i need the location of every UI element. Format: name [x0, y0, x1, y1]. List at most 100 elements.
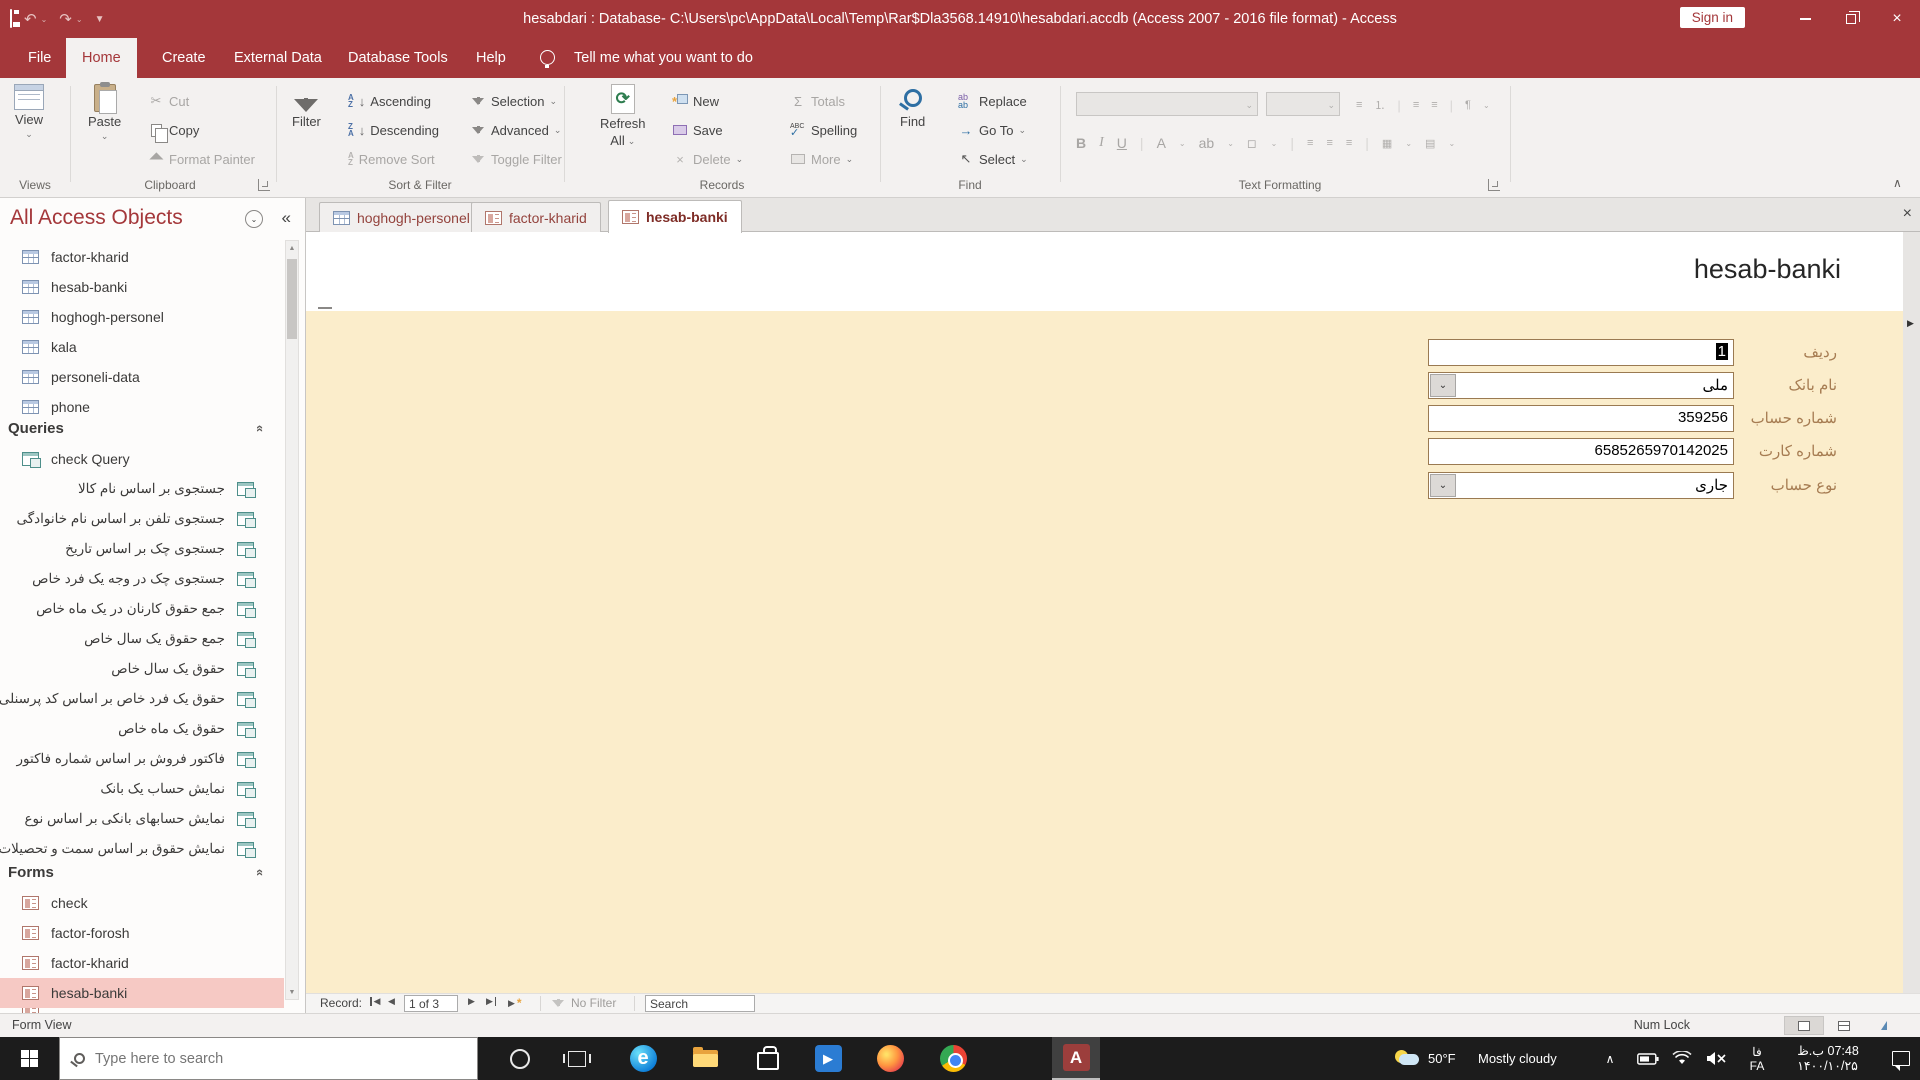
- no-filter-indicator[interactable]: No Filter: [552, 996, 616, 1010]
- field-bank-name[interactable]: ⌄ ملی: [1428, 372, 1734, 399]
- advanced-button[interactable]: Advanced ⌄: [470, 119, 561, 141]
- taskbar-app-firefox[interactable]: [866, 1037, 914, 1080]
- nav-item-form-factor-kharid[interactable]: factor-kharid: [0, 948, 284, 978]
- collapse-group-icon[interactable]: «: [253, 425, 268, 432]
- nav-item-table-factor-kharid[interactable]: factor-kharid: [0, 242, 284, 272]
- search-input[interactable]: [95, 1050, 425, 1067]
- field-card-number[interactable]: 6585265970142025: [1428, 438, 1734, 465]
- shutter-bar-close-icon[interactable]: «: [282, 208, 291, 228]
- scrollbar-thumb[interactable]: [287, 259, 297, 339]
- scroll-up-icon[interactable]: ▲: [286, 241, 298, 255]
- next-record-button[interactable]: ▶: [468, 996, 475, 1007]
- collapse-ribbon-icon[interactable]: ∧: [1893, 176, 1902, 190]
- nav-item-query[interactable]: فاکتور فروش بر اساس شماره فاکتور: [0, 744, 284, 774]
- action-center-button[interactable]: [1882, 1037, 1920, 1080]
- taskbar-app-video[interactable]: ▶: [804, 1037, 852, 1080]
- battery-icon[interactable]: [1634, 1037, 1662, 1080]
- tab-create[interactable]: Create: [146, 38, 222, 78]
- clipboard-dialog-launcher-icon[interactable]: [258, 179, 270, 191]
- taskbar-app-chrome[interactable]: [929, 1037, 977, 1080]
- volume-muted-icon[interactable]: [1702, 1037, 1732, 1080]
- filter-button[interactable]: Filter: [292, 84, 321, 129]
- nav-item-query[interactable]: جستجوی بر اساس نام کالا: [0, 474, 284, 504]
- tab-external-data[interactable]: External Data: [218, 38, 338, 78]
- design-view-button[interactable]: [1864, 1016, 1904, 1035]
- nav-item-query[interactable]: حقوق یک فرد خاص بر اساس کد پرسنلی: [0, 684, 284, 714]
- language-indicator[interactable]: فا FA: [1740, 1037, 1774, 1080]
- nav-item-table-personeli-data[interactable]: personeli-data: [0, 362, 284, 392]
- nav-item-table-phone[interactable]: phone: [0, 392, 284, 422]
- first-record-button[interactable]: ◀: [370, 996, 380, 1007]
- wifi-icon[interactable]: [1668, 1037, 1696, 1080]
- nav-item-query[interactable]: جمع حقوق کارنان در یک ماه خاص: [0, 594, 284, 624]
- nav-item-query[interactable]: نمایش حسابهای بانکی بر اساس نوع: [0, 804, 284, 834]
- cortana-button[interactable]: [496, 1037, 544, 1080]
- doc-tab-factor-kharid[interactable]: factor-kharid: [471, 202, 601, 232]
- last-record-button[interactable]: ▶: [486, 996, 497, 1007]
- close-button[interactable]: ×: [1874, 0, 1920, 38]
- go-to-button[interactable]: → Go To ⌄: [958, 119, 1027, 141]
- nav-item-query[interactable]: نمایش حقوق بر اساس سمت و تحصیلات: [0, 834, 284, 864]
- collapse-group-icon[interactable]: «: [253, 869, 268, 876]
- combo-dropdown-icon[interactable]: ⌄: [1430, 474, 1456, 497]
- taskbar-search-box[interactable]: [59, 1037, 478, 1080]
- taskbar-app-file-explorer[interactable]: [681, 1037, 729, 1080]
- clock[interactable]: 07:48 ب.ظ ۱۴۰۰/۱۰/۲۵: [1782, 1037, 1874, 1080]
- nav-group-queries[interactable]: Queries «: [8, 420, 278, 437]
- record-search-box[interactable]: Search: [645, 995, 755, 1012]
- combo-dropdown-icon[interactable]: ⌄: [1430, 374, 1456, 397]
- refresh-all-button[interactable]: ⟳ Refresh All ⌄: [600, 84, 646, 148]
- ascending-button[interactable]: AZ ↓ Ascending: [348, 90, 431, 112]
- taskbar-app-edge[interactable]: e: [619, 1037, 667, 1080]
- field-account-number[interactable]: 359256: [1428, 405, 1734, 432]
- task-view-button[interactable]: [553, 1037, 601, 1080]
- hidden-icons-chevron-icon[interactable]: ∧: [1598, 1037, 1622, 1080]
- nav-item-query[interactable]: check Query: [0, 444, 284, 474]
- view-button[interactable]: View ⌄: [14, 84, 44, 139]
- close-document-icon[interactable]: ×: [1903, 205, 1912, 223]
- tell-me-box[interactable]: Tell me what you want to do: [558, 38, 769, 78]
- field-radif[interactable]: 1: [1428, 339, 1734, 366]
- form-view-button[interactable]: [1784, 1016, 1824, 1035]
- save-record-button[interactable]: Save: [672, 119, 723, 141]
- tab-file[interactable]: File: [12, 38, 67, 78]
- spelling-button[interactable]: ABC ✓ Spelling: [790, 119, 857, 141]
- scroll-right-icon[interactable]: ▶: [1907, 318, 1914, 329]
- copy-button[interactable]: Copy: [148, 119, 199, 143]
- new-record-button[interactable]: * New: [672, 90, 719, 112]
- nav-item-query[interactable]: جستجوی چک بر اساس تاریخ: [0, 534, 284, 564]
- nav-group-forms[interactable]: Forms «: [8, 864, 278, 881]
- text-formatting-dialog-launcher-icon[interactable]: [1488, 179, 1500, 191]
- nav-menu-dropdown-icon[interactable]: ⌄: [245, 210, 263, 228]
- doc-tab-hoghogh-personel[interactable]: hoghogh-personel: [319, 202, 484, 232]
- nav-item-query[interactable]: جستجوی تلفن بر اساس نام خانوادگی: [0, 504, 284, 534]
- find-button[interactable]: Find: [900, 84, 925, 129]
- scroll-down-icon[interactable]: ▼: [286, 985, 298, 999]
- minimize-button[interactable]: [1782, 0, 1828, 38]
- nav-item-form-factor-forosh[interactable]: factor-forosh: [0, 918, 284, 948]
- record-position-box[interactable]: 1 of 3: [404, 995, 458, 1012]
- nav-item-form-hesab-banki[interactable]: hesab-banki: [0, 978, 284, 1008]
- nav-item-query[interactable]: نمایش حساب یک بانک: [0, 774, 284, 804]
- taskbar-app-access[interactable]: A: [1052, 1037, 1100, 1080]
- new-record-button[interactable]: ▶ *: [508, 996, 522, 1010]
- doc-tab-hesab-banki[interactable]: hesab-banki: [608, 200, 742, 233]
- selection-button[interactable]: Selection ⌄: [470, 90, 557, 112]
- datasheet-view-button[interactable]: [1824, 1016, 1864, 1035]
- nav-item-query[interactable]: جمع حقوق یک سال خاص: [0, 624, 284, 654]
- nav-item-query[interactable]: حقوق یک سال خاص: [0, 654, 284, 684]
- field-account-type[interactable]: ⌄ جاری: [1428, 472, 1734, 499]
- nav-item-table-kala[interactable]: kala: [0, 332, 284, 362]
- restore-button[interactable]: [1828, 0, 1874, 38]
- nav-item-table-hesab-banki[interactable]: hesab-banki: [0, 272, 284, 302]
- tab-database-tools[interactable]: Database Tools: [332, 38, 464, 78]
- weather-icon[interactable]: [1390, 1037, 1426, 1080]
- nav-item-form-check[interactable]: check: [0, 888, 284, 918]
- nav-item-query[interactable]: حقوق یک ماه خاص: [0, 714, 284, 744]
- weather-temp[interactable]: 50°F: [1428, 1037, 1456, 1080]
- nav-item-table-hoghogh-personel[interactable]: hoghogh-personel: [0, 302, 284, 332]
- previous-record-button[interactable]: ◀: [388, 996, 395, 1007]
- nav-item-query[interactable]: جستجوی چک در وجه یک فرد خاص: [0, 564, 284, 594]
- weather-condition[interactable]: Mostly cloudy: [1478, 1037, 1557, 1080]
- sign-in-button[interactable]: Sign in: [1679, 7, 1745, 28]
